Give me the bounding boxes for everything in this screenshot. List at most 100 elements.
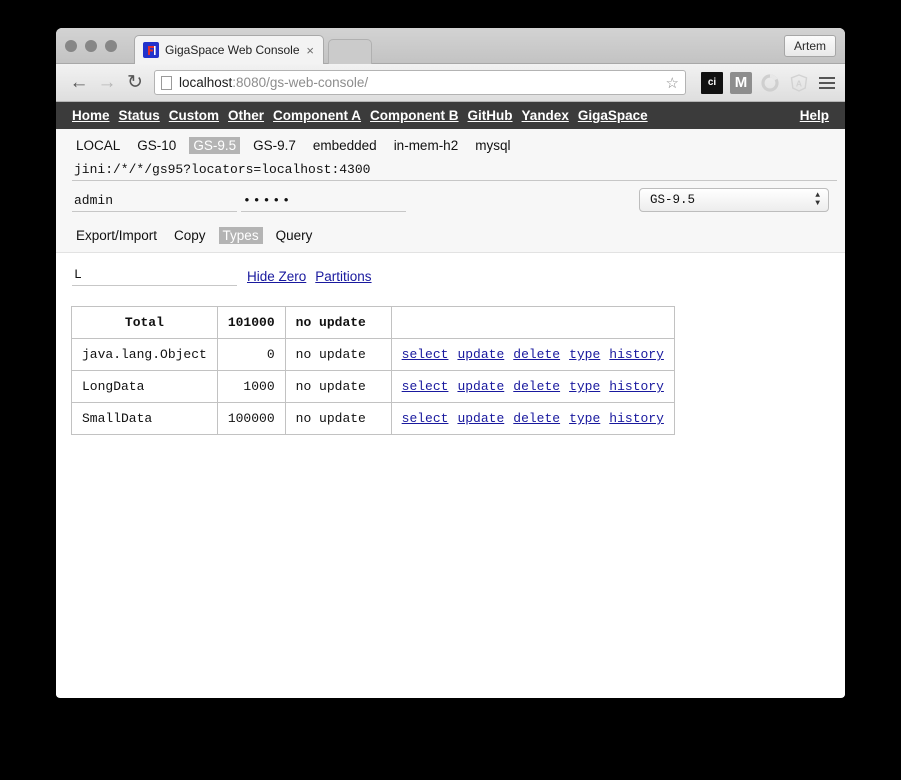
nav-link-home[interactable]: Home [72, 108, 110, 123]
space-item-mysql[interactable]: mysql [471, 137, 514, 154]
type-update: no update [284, 370, 392, 403]
action-type[interactable]: type [569, 411, 600, 426]
action-history[interactable]: history [609, 411, 664, 426]
type-name: LongData [71, 370, 218, 403]
table-row: SmallData 100000 no update select update d… [71, 402, 675, 435]
action-update[interactable]: update [457, 379, 504, 394]
version-select[interactable]: GS-9.5 ▲ ▼ [639, 188, 829, 212]
action-select[interactable]: select [402, 411, 449, 426]
browser-tab-strip: GigaSpace Web Console 1. × Artem [56, 28, 845, 64]
tab-copy[interactable]: Copy [170, 227, 210, 244]
nav-link-gigaspace[interactable]: GigaSpace [578, 108, 648, 123]
action-update[interactable]: update [457, 347, 504, 362]
type-actions: select update delete type history [390, 338, 675, 371]
web-page-content: Home Status Custom Other Component A Com… [56, 102, 845, 697]
tab-types[interactable]: Types [218, 227, 263, 244]
browser-menu-icon[interactable] [819, 76, 835, 89]
new-tab-button[interactable] [328, 39, 372, 64]
version-select-value: GS-9.5 [650, 193, 696, 207]
svg-text:A: A [796, 78, 802, 88]
action-delete[interactable]: delete [513, 347, 560, 362]
stepper-arrows-icon: ▲ ▼ [815, 192, 820, 208]
type-count: 0 [216, 338, 286, 371]
m-extension-icon[interactable]: M [730, 71, 752, 94]
browser-toolbar: ← → ↻ localhost:8080/gs-web-console/ ☆ c… [56, 64, 845, 102]
arrow-down-icon: ▼ [815, 199, 820, 208]
action-select[interactable]: select [402, 347, 449, 362]
url-host: localhost [179, 75, 233, 90]
reload-icon[interactable]: ↻ [121, 70, 149, 96]
action-delete[interactable]: delete [513, 411, 560, 426]
address-bar-url: localhost:8080/gs-web-console/ [179, 75, 662, 90]
nav-link-yandex[interactable]: Yandex [522, 108, 569, 123]
tab-export-import[interactable]: Export/Import [72, 227, 161, 244]
angular-extension-icon[interactable]: A [788, 72, 810, 94]
type-count: 1000 [216, 370, 286, 403]
space-item-local[interactable]: LOCAL [72, 137, 124, 154]
nav-link-help[interactable]: Help [800, 108, 829, 123]
address-bar[interactable]: localhost:8080/gs-web-console/ ☆ [154, 70, 686, 95]
url-path: :8080/gs-web-console/ [232, 75, 369, 90]
page-info-icon[interactable] [161, 75, 172, 90]
browser-tab-active[interactable]: GigaSpace Web Console 1. × [134, 35, 324, 64]
maximize-window-button[interactable] [105, 40, 117, 52]
tab-query[interactable]: Query [272, 227, 317, 244]
profile-button[interactable]: Artem [783, 35, 836, 57]
browser-window: GigaSpace Web Console 1. × Artem ← → ↻ l… [56, 28, 845, 698]
minimize-window-button[interactable] [85, 40, 97, 52]
nav-link-component-b[interactable]: Component B [370, 108, 459, 123]
profile-name: Artem [793, 39, 826, 53]
connection-settings: GS-9.5 ▲ ▼ [56, 160, 845, 220]
nav-link-other[interactable]: Other [228, 108, 264, 123]
space-selector-row: LOCAL GS-10 GS-9.5 GS-9.7 embedded in-me… [56, 129, 845, 160]
action-type[interactable]: type [569, 347, 600, 362]
space-item-gs-10[interactable]: GS-10 [133, 137, 180, 154]
type-actions: select update delete type history [390, 370, 675, 403]
forward-icon[interactable]: → [93, 70, 121, 96]
type-name: SmallData [71, 402, 218, 435]
filter-links: Hide Zero Partitions [247, 269, 372, 286]
username-input[interactable] [72, 191, 237, 212]
space-item-gs-9-7[interactable]: GS-9.7 [249, 137, 300, 154]
window-traffic-lights [65, 40, 117, 52]
table-row-total: Total 101000 no update [71, 306, 675, 339]
bookmark-star-icon[interactable]: ☆ [666, 74, 679, 92]
credentials-row: GS-9.5 ▲ ▼ [72, 188, 829, 220]
space-locator-input[interactable] [72, 160, 837, 181]
action-select[interactable]: select [402, 379, 449, 394]
site-navigation-bar: Home Status Custom Other Component A Com… [56, 102, 845, 129]
close-window-button[interactable] [65, 40, 77, 52]
nav-link-custom[interactable]: Custom [169, 108, 219, 123]
table-row: LongData 1000 no update select update dele… [71, 370, 675, 403]
types-table: Total 101000 no update java.lang.Object … [71, 306, 675, 435]
nav-link-github[interactable]: GitHub [468, 108, 513, 123]
total-update: no update [284, 306, 392, 339]
nav-link-status[interactable]: Status [119, 108, 160, 123]
type-filter-input[interactable] [72, 265, 237, 286]
table-row: java.lang.Object 0 no update select updat… [71, 338, 675, 371]
partitions-link[interactable]: Partitions [315, 269, 371, 284]
type-name: java.lang.Object [71, 338, 218, 371]
type-actions: select update delete type history [390, 402, 675, 435]
action-history[interactable]: history [609, 379, 664, 394]
ci-extension-icon[interactable]: ci [701, 71, 723, 94]
type-count: 100000 [216, 402, 286, 435]
back-icon[interactable]: ← [65, 70, 93, 96]
action-update[interactable]: update [457, 411, 504, 426]
space-item-in-mem-h2[interactable]: in-mem-h2 [390, 137, 463, 154]
password-input[interactable] [241, 191, 406, 212]
nav-link-component-a[interactable]: Component A [273, 108, 361, 123]
close-tab-icon[interactable]: × [303, 44, 317, 57]
filter-row: Hide Zero Partitions [56, 253, 845, 296]
view-tabs: Export/Import Copy Types Query [56, 220, 845, 253]
hide-zero-link[interactable]: Hide Zero [247, 269, 306, 284]
circle-extension-icon[interactable] [759, 72, 781, 94]
action-delete[interactable]: delete [513, 379, 560, 394]
type-update: no update [284, 338, 392, 371]
total-actions [390, 306, 675, 339]
action-history[interactable]: history [609, 347, 664, 362]
space-item-embedded[interactable]: embedded [309, 137, 381, 154]
total-label: Total [71, 306, 218, 339]
space-item-gs-9-5[interactable]: GS-9.5 [189, 137, 241, 154]
action-type[interactable]: type [569, 379, 600, 394]
